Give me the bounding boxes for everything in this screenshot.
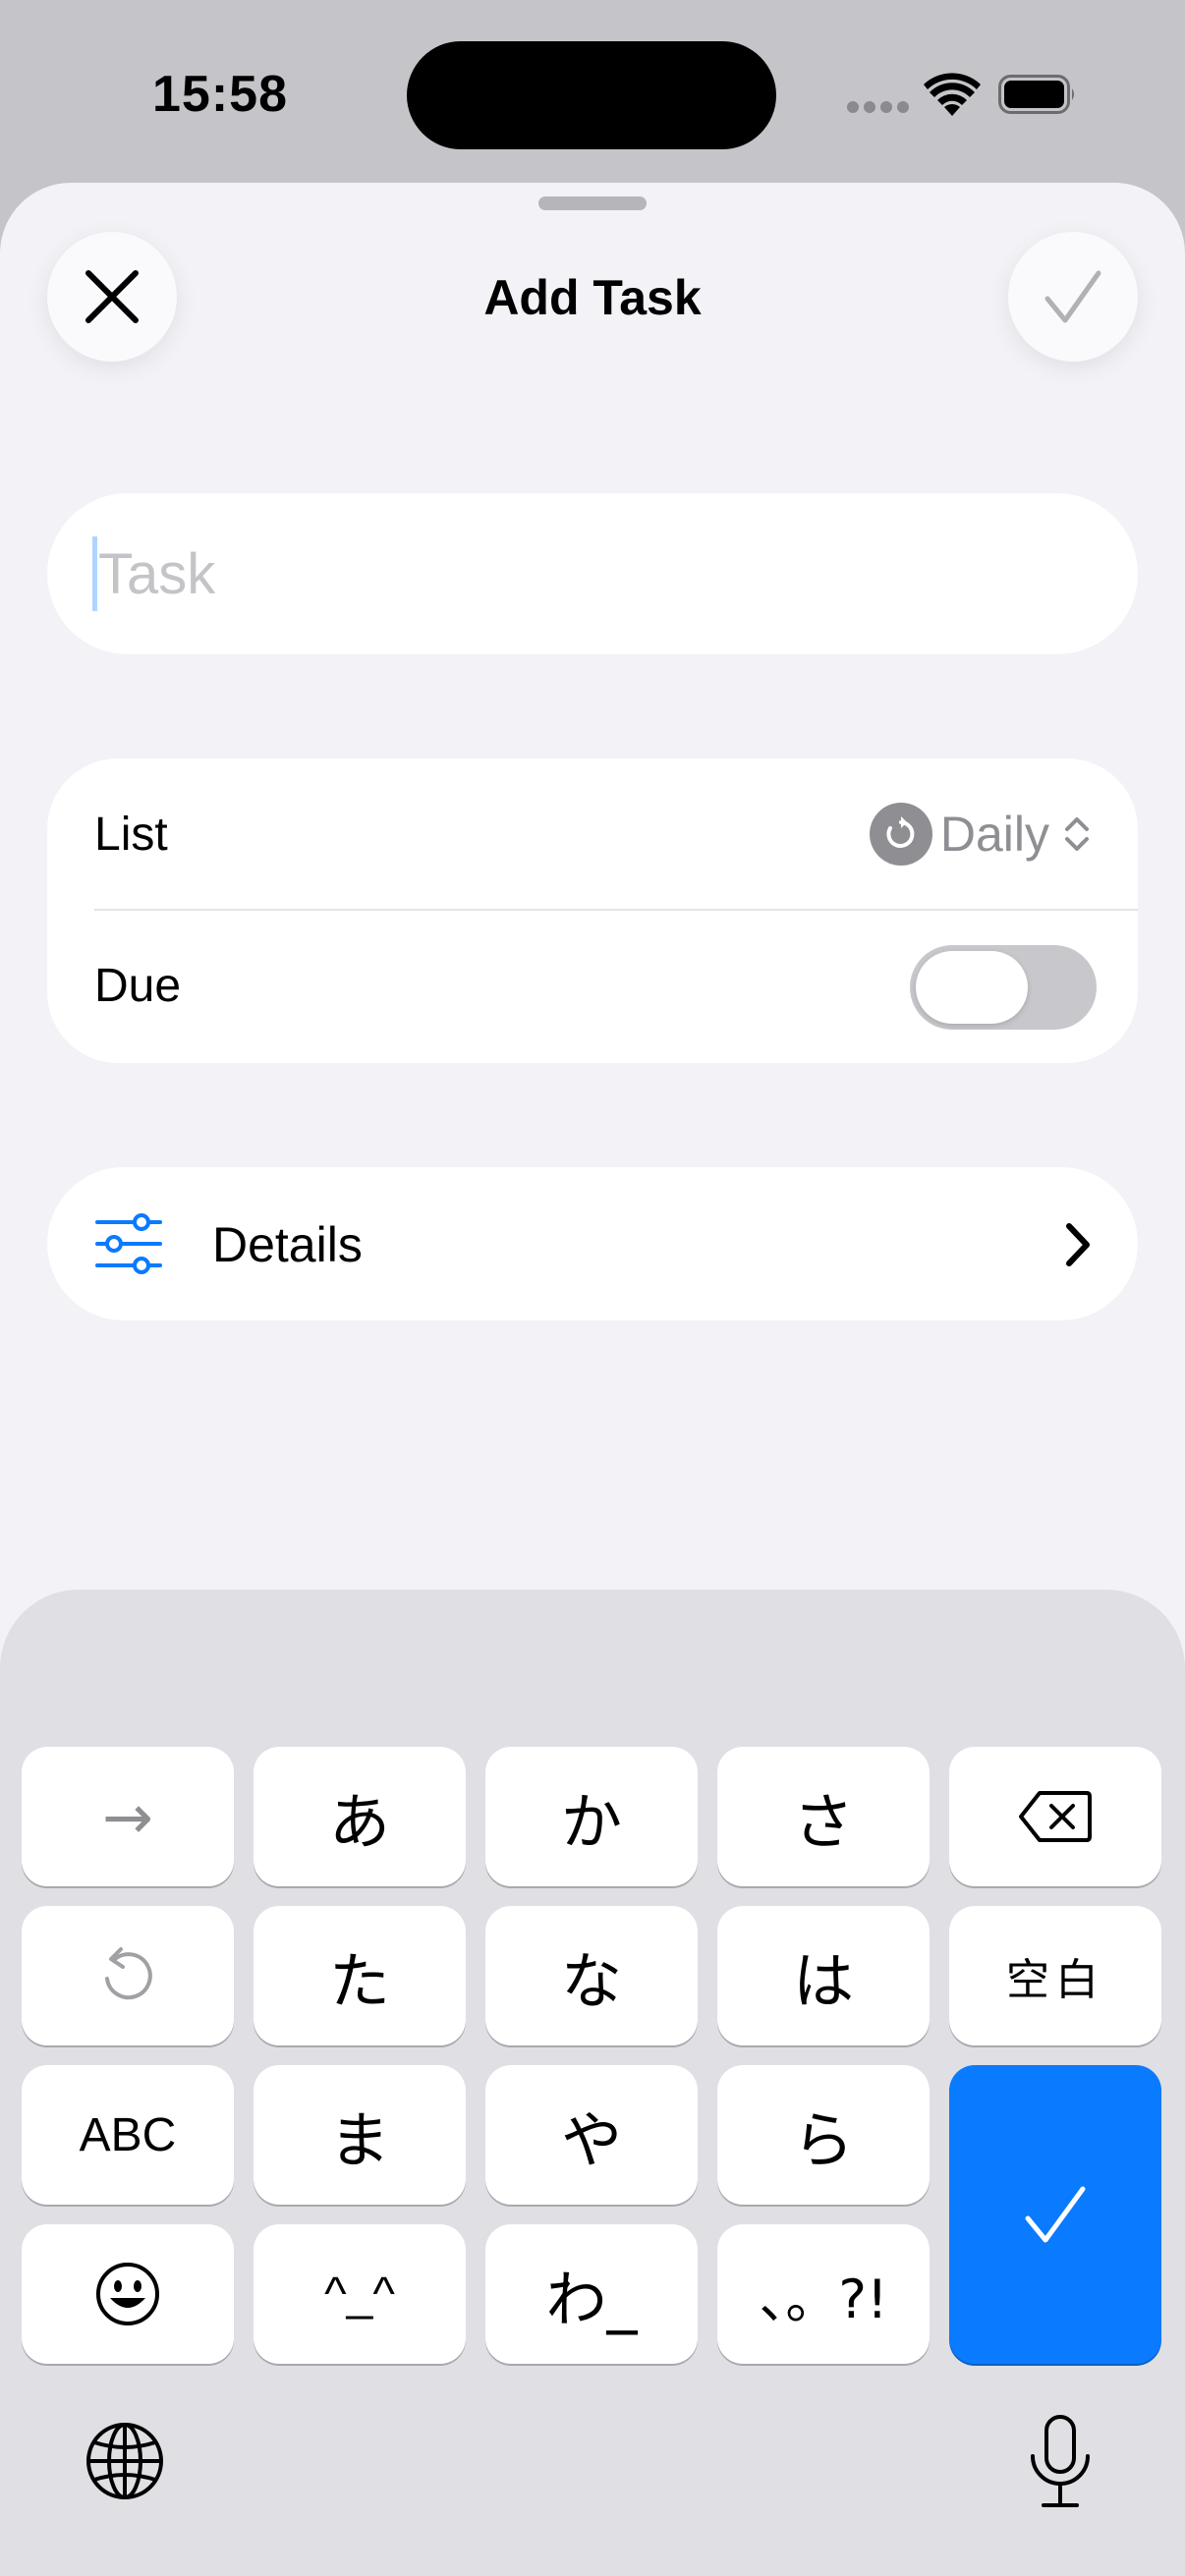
toggle-knob (916, 951, 1028, 1024)
punctuation-key[interactable]: 、。?! (717, 2224, 930, 2364)
chevron-up-down-icon (1065, 817, 1089, 851)
abc-key[interactable]: ABC (22, 2065, 234, 2205)
smiley-icon (96, 2263, 159, 2325)
delete-backward-icon (1019, 1791, 1092, 1842)
status-time: 15:58 (152, 66, 288, 123)
enter-key[interactable] (949, 2065, 1161, 2364)
microphone-icon[interactable] (1028, 2413, 1093, 2511)
key-ha[interactable]: は (717, 1906, 930, 2045)
list-row[interactable]: List Daily (47, 758, 1138, 910)
chevron-right-icon (1066, 1223, 1090, 1266)
kaomoji-key[interactable]: ^_^ (254, 2224, 466, 2364)
key-sa[interactable]: さ (717, 1747, 930, 1886)
cellular-signal-icon (847, 101, 909, 115)
sliders-icon (95, 1213, 162, 1274)
checkmark-icon (1044, 270, 1101, 323)
list-picker[interactable]: Daily (869, 802, 1091, 867)
dynamic-island (407, 41, 776, 149)
battery-icon (998, 75, 1074, 114)
text-cursor (92, 536, 97, 611)
key-a[interactable]: あ (254, 1747, 466, 1886)
undo-icon (105, 1947, 152, 2000)
key-ra[interactable]: ら (717, 2065, 930, 2205)
wifi-icon (924, 73, 981, 116)
sheet-grabber[interactable] (538, 196, 647, 210)
list-due-card: List Daily Due (47, 758, 1138, 1063)
key-ya[interactable]: や (485, 2065, 698, 2205)
emoji-key[interactable] (22, 2224, 234, 2364)
details-label: Details (212, 1217, 363, 1272)
confirm-button[interactable] (1008, 232, 1138, 362)
due-toggle[interactable] (910, 945, 1097, 1030)
details-row[interactable]: Details (47, 1167, 1138, 1320)
key-wa[interactable]: わ_ (485, 2224, 698, 2364)
due-row: Due (47, 910, 1138, 1063)
key-ka[interactable]: か (485, 1747, 698, 1886)
list-value: Daily (939, 807, 1049, 862)
space-key[interactable]: 空白 (949, 1906, 1161, 2045)
key-ma[interactable]: ま (254, 2065, 466, 2205)
repeat-icon (869, 803, 932, 866)
due-label: Due (94, 960, 182, 1012)
globe-icon[interactable] (85, 2421, 165, 2501)
key-next-arrow[interactable]: → (22, 1747, 234, 1886)
task-input[interactable] (98, 519, 1081, 629)
list-label: List (94, 809, 168, 861)
checkmark-icon (1025, 2186, 1086, 2243)
key-ta[interactable]: た (254, 1906, 466, 2045)
undo-key[interactable] (22, 1906, 234, 2045)
delete-key[interactable] (949, 1747, 1161, 1886)
key-na[interactable]: な (485, 1906, 698, 2045)
